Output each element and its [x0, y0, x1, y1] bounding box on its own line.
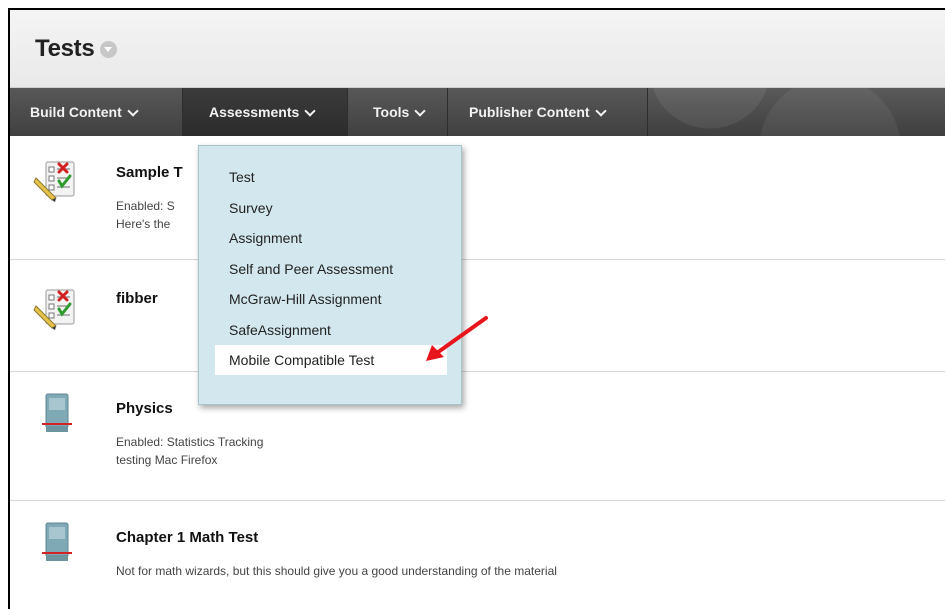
list-item: Sample T Enabled: S Here's the	[10, 136, 945, 260]
menu-item-assignment[interactable]: Assignment	[217, 223, 461, 254]
item-detail: Enabled: S	[116, 199, 175, 213]
menu-item-test[interactable]: Test	[217, 162, 461, 193]
assessments-label: Assessments	[209, 104, 300, 120]
list-item: Chapter 1 Math Test Not for math wizards…	[10, 501, 945, 609]
book-link-icon	[42, 522, 72, 561]
title-options-chevron-icon[interactable]	[100, 41, 118, 58]
test-checklist-icon	[33, 161, 75, 202]
assessments-dropdown: Test Survey Assignment Self and Peer Ass…	[198, 145, 462, 405]
tools-label: Tools	[373, 104, 410, 120]
menu-item-self-peer-assessment[interactable]: Self and Peer Assessment	[217, 254, 461, 285]
menu-item-survey[interactable]: Survey	[217, 193, 461, 224]
item-detail: testing Mac Firefox	[116, 453, 218, 467]
chevron-down-icon	[416, 108, 424, 116]
menu-item-mobile-compatible-test[interactable]: Mobile Compatible Test	[215, 345, 447, 375]
item-title[interactable]: Sample T	[116, 164, 183, 181]
menu-item-mcgraw-hill-assignment[interactable]: McGraw-Hill Assignment	[217, 284, 461, 315]
list-item: fibber	[10, 260, 945, 372]
publisher-content-menu[interactable]: Publisher Content	[448, 88, 648, 136]
menu-item-safeassignment[interactable]: SafeAssignment	[217, 315, 461, 346]
book-link-icon	[42, 393, 72, 432]
tools-menu[interactable]: Tools	[348, 88, 448, 136]
chevron-down-icon	[306, 108, 314, 116]
item-detail: Not for math wizards, but this should gi…	[116, 564, 557, 578]
item-title[interactable]: fibber	[116, 290, 158, 307]
page-header: Tests	[10, 10, 945, 88]
build-content-menu[interactable]: Build Content	[10, 88, 183, 136]
list-item: Physics Enabled: Statistics Tracking tes…	[10, 372, 945, 501]
publisher-content-label: Publisher Content	[469, 104, 590, 120]
assessments-menu[interactable]: Assessments	[183, 88, 348, 136]
action-bar: Build Content Assessments Tools Publishe…	[10, 88, 945, 136]
build-content-label: Build Content	[30, 104, 122, 120]
item-title[interactable]: Physics	[116, 400, 173, 417]
chevron-down-icon	[597, 108, 605, 116]
page-title: Tests	[35, 34, 95, 62]
item-title[interactable]: Chapter 1 Math Test	[116, 529, 258, 546]
test-checklist-icon	[33, 289, 75, 330]
item-detail: Enabled: Statistics Tracking	[116, 435, 264, 449]
content-area: Tests Build Content Assessments Tools Pu…	[8, 8, 945, 609]
content-list: Sample T Enabled: S Here's the fibber Ph…	[10, 136, 945, 609]
item-detail: Here's the	[116, 217, 171, 231]
chevron-down-icon	[129, 108, 137, 116]
